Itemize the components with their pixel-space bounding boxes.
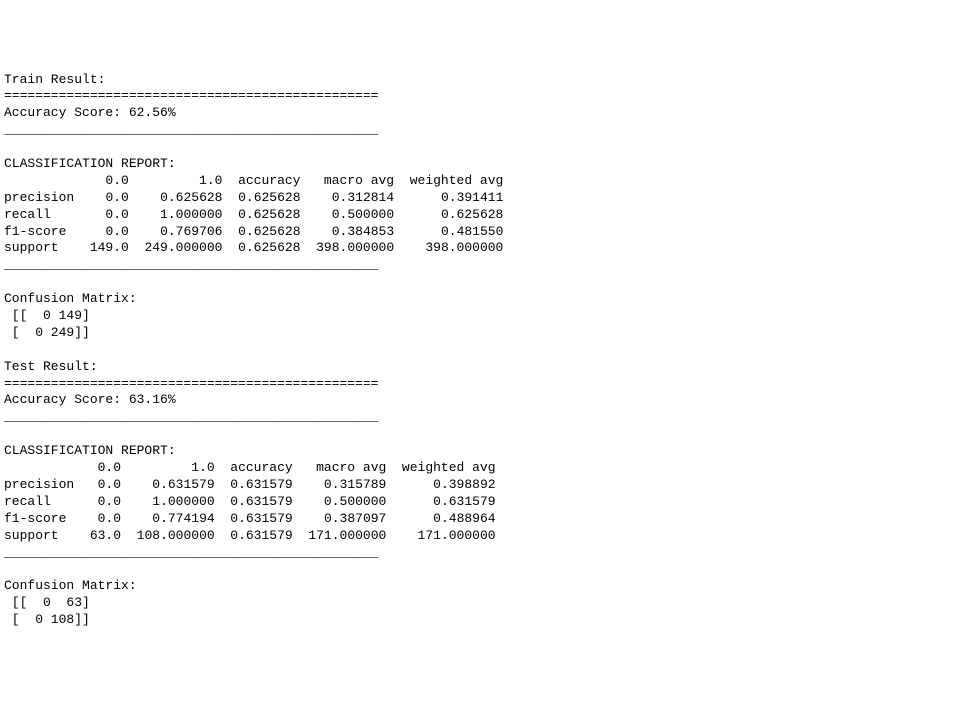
test-report-row-precision: precision 0.0 0.631579 0.631579 0.315789… bbox=[4, 477, 496, 492]
train-report-header: 0.0 1.0 accuracy macro avg weighted avg bbox=[4, 173, 503, 188]
test-report-header: 0.0 1.0 accuracy macro avg weighted avg bbox=[4, 460, 496, 475]
test-accuracy: Accuracy Score: 63.16% bbox=[4, 392, 176, 407]
test-report-row-recall: recall 0.0 1.000000 0.631579 0.500000 0.… bbox=[4, 494, 496, 509]
console-output: Train Result: ==========================… bbox=[4, 72, 953, 629]
test-report-title: CLASSIFICATION REPORT: bbox=[4, 443, 176, 458]
train-accuracy: Accuracy Score: 62.56% bbox=[4, 105, 176, 120]
train-sep1: ________________________________________… bbox=[4, 122, 378, 137]
train-cm-row0: [[ 0 149] bbox=[4, 308, 90, 323]
test-cm-row0: [[ 0 63] bbox=[4, 595, 90, 610]
test-report-row-support: support 63.0 108.000000 0.631579 171.000… bbox=[4, 528, 496, 543]
test-cm-row1: [ 0 108]] bbox=[4, 612, 90, 627]
test-sep1: ________________________________________… bbox=[4, 409, 378, 424]
train-title: Train Result: bbox=[4, 72, 105, 87]
train-sep2: ________________________________________… bbox=[4, 257, 378, 272]
train-sep-dbl: ========================================… bbox=[4, 88, 378, 103]
test-sep-dbl: ========================================… bbox=[4, 376, 378, 391]
train-report-title: CLASSIFICATION REPORT: bbox=[4, 156, 176, 171]
train-report-row-f1: f1-score 0.0 0.769706 0.625628 0.384853 … bbox=[4, 224, 503, 239]
train-cm-title: Confusion Matrix: bbox=[4, 291, 144, 306]
train-cm-row1: [ 0 249]] bbox=[4, 325, 90, 340]
test-report-row-f1: f1-score 0.0 0.774194 0.631579 0.387097 … bbox=[4, 511, 496, 526]
test-sep2: ________________________________________… bbox=[4, 545, 378, 560]
train-report-row-precision: precision 0.0 0.625628 0.625628 0.312814… bbox=[4, 190, 503, 205]
test-cm-title: Confusion Matrix: bbox=[4, 578, 144, 593]
train-report-row-support: support 149.0 249.000000 0.625628 398.00… bbox=[4, 240, 503, 255]
train-report-row-recall: recall 0.0 1.000000 0.625628 0.500000 0.… bbox=[4, 207, 503, 222]
test-title: Test Result: bbox=[4, 359, 98, 374]
